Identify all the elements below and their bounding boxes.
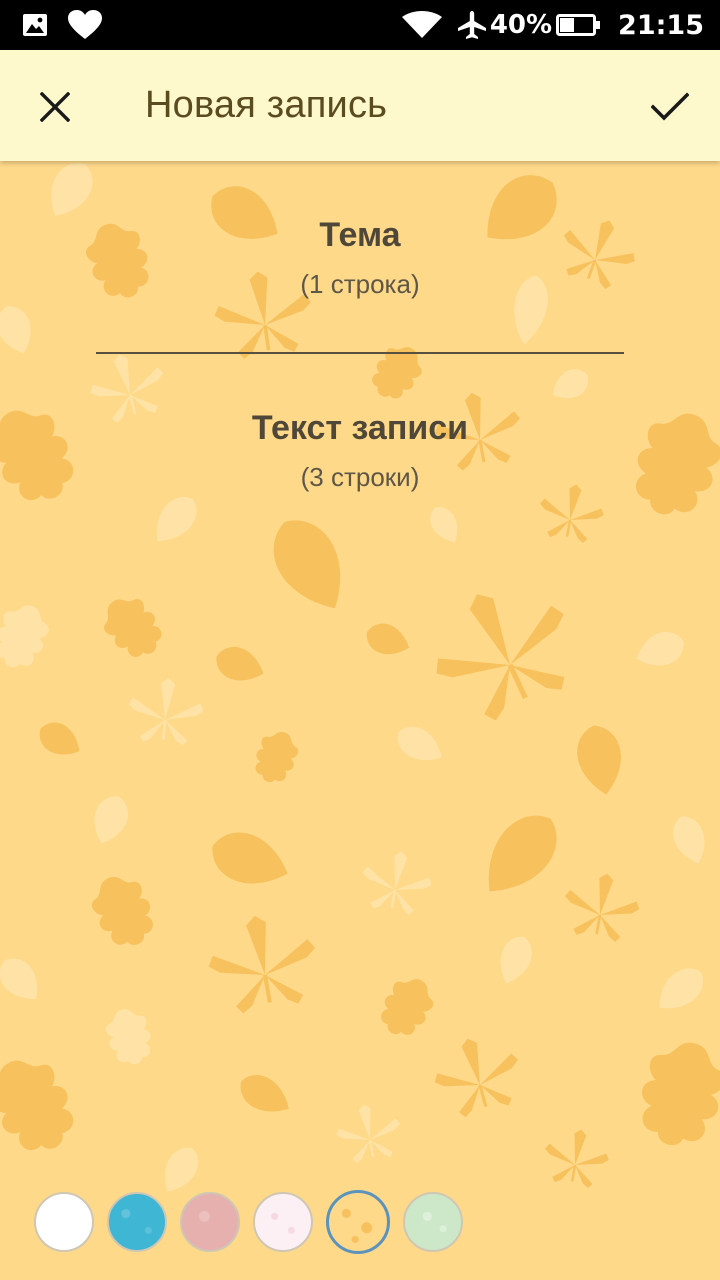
swatch-light-pink[interactable] xyxy=(253,1192,313,1252)
background-swatches xyxy=(34,1190,463,1254)
subject-label: Тема xyxy=(319,216,401,254)
swatch-blue[interactable] xyxy=(107,1192,167,1252)
subject-input[interactable]: Тема (1 строка) xyxy=(0,216,720,300)
wifi-icon xyxy=(401,11,442,38)
gallery-icon xyxy=(23,14,47,36)
body-label: Текст записи xyxy=(251,409,469,447)
heart-icon xyxy=(68,10,102,39)
confirm-button[interactable] xyxy=(640,80,700,134)
screen: 40% 21:15 Новая запись Тема (1 строка) Т… xyxy=(0,0,720,1280)
clock-time: 21:15 xyxy=(618,9,704,41)
body-hint: (3 строки) xyxy=(300,462,420,492)
app-bar: Новая запись xyxy=(0,50,720,161)
page-title: Новая запись xyxy=(145,84,388,126)
status-bar: 40% 21:15 xyxy=(0,0,720,50)
leaves-strong xyxy=(0,161,720,1191)
swatch-pink[interactable] xyxy=(180,1192,240,1252)
subject-hint: (1 строка) xyxy=(300,269,420,299)
swatch-autumn-leaves[interactable] xyxy=(326,1190,390,1254)
checkmark-icon xyxy=(651,92,689,121)
close-icon xyxy=(40,92,70,122)
field-divider xyxy=(96,352,624,354)
leaves-faint xyxy=(0,161,713,1200)
battery-icon xyxy=(556,14,601,36)
airplane-mode-icon xyxy=(457,11,486,39)
battery-percent: 40% xyxy=(489,10,553,40)
swatch-mint[interactable] xyxy=(403,1192,463,1252)
close-button[interactable] xyxy=(28,80,82,134)
body-text-input[interactable]: Текст записи (3 строки) xyxy=(0,409,720,493)
leaf-pattern-background xyxy=(0,161,720,1200)
swatch-white[interactable] xyxy=(34,1192,94,1252)
